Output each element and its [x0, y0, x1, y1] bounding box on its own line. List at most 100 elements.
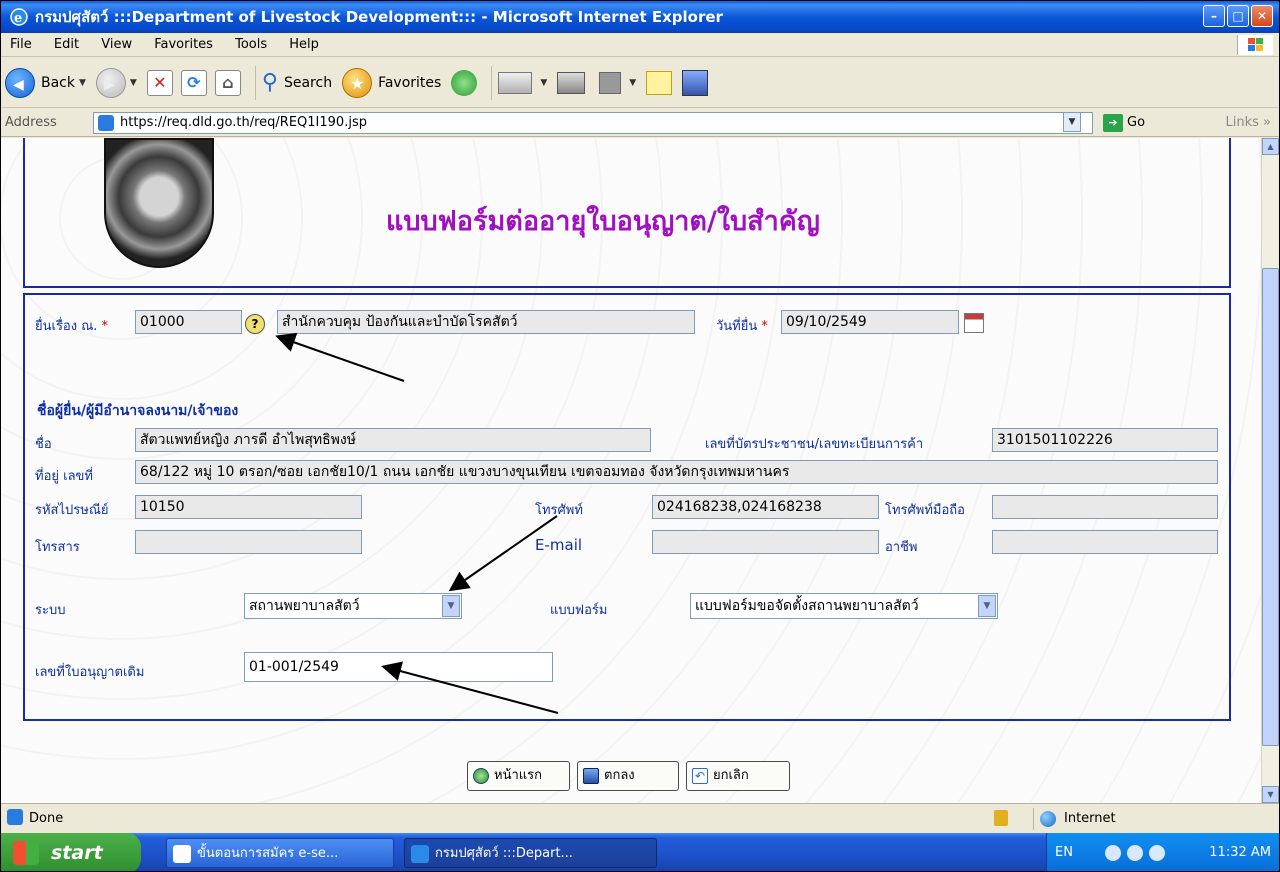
status-done: Done	[29, 811, 64, 826]
language-indicator[interactable]: EN	[1055, 833, 1073, 871]
chevron-down-icon[interactable]: ▼	[629, 78, 636, 88]
display-icon[interactable]	[1127, 845, 1143, 861]
form-type-label: แบบฟอร์ม	[550, 603, 608, 618]
scroll-down-icon[interactable]: ▼	[1262, 786, 1279, 803]
chevron-down-icon[interactable]: ▼	[540, 78, 547, 88]
forward-arrow-icon: ▶	[95, 67, 126, 98]
network-icon[interactable]	[1105, 845, 1121, 861]
mobile-label: โทรศัพท์มือถือ	[885, 503, 965, 518]
back-label: Back	[41, 74, 75, 91]
maximize-button[interactable]: □	[1227, 5, 1249, 27]
history-icon[interactable]	[451, 69, 478, 96]
menu-tools[interactable]: Tools	[235, 37, 267, 52]
menu-favorites[interactable]: Favorites	[154, 37, 213, 52]
save-icon	[583, 768, 599, 784]
phone-label: โทรศัพท์	[535, 503, 583, 518]
chevron-down-icon[interactable]: ▼	[442, 595, 460, 617]
menu-file[interactable]: File	[10, 37, 32, 52]
close-button[interactable]: ✕	[1251, 5, 1273, 27]
favorites-button[interactable]: ★ Favorites	[342, 67, 442, 98]
forward-button[interactable]: ▶ ▼	[95, 67, 137, 98]
start-button[interactable]: start	[1, 833, 141, 871]
window-title: กรมปศุสัตว์ :::Department of Livestock D…	[35, 8, 723, 26]
vertical-scrollbar[interactable]: ▲ ▼	[1261, 138, 1279, 803]
home-button-label: หน้าแรก	[494, 768, 542, 783]
clock[interactable]: 11:32 AM	[1209, 833, 1271, 871]
email-field[interactable]	[652, 530, 879, 554]
system-select-value: สถานพยาบาลสัตว์	[249, 598, 360, 614]
refresh-icon[interactable]: ⟳	[180, 69, 207, 96]
address-url: https://req.dld.go.th/req/REQ1I190.jsp	[120, 115, 367, 130]
system-label: ระบบ	[35, 603, 66, 618]
id-number-field[interactable]: 3101501102226	[992, 428, 1218, 452]
stop-icon[interactable]: ✕	[146, 69, 173, 96]
taskbar: start ขั้นตอนการสมัคร e-se... กรมปศุสัตว…	[1, 833, 1279, 871]
address-input[interactable]: https://req.dld.go.th/req/REQ1I190.jsp	[93, 112, 1093, 134]
word-doc-icon	[173, 845, 191, 863]
favorites-label: Favorites	[378, 74, 442, 91]
go-button[interactable]: ➔ Go	[1103, 112, 1145, 134]
home-icon[interactable]: ⌂	[214, 69, 241, 96]
office-name-field[interactable]: สำนักควบคุม ป้องกันและบำบัดโรคสัตว์	[277, 310, 695, 334]
task1-label: ขั้นตอนการสมัคร e-se...	[197, 846, 339, 861]
occupation-field[interactable]	[992, 530, 1218, 554]
mobile-field[interactable]	[992, 495, 1218, 519]
home-arrow-icon	[473, 768, 489, 784]
old-license-field[interactable]: 01-001/2549	[244, 652, 553, 682]
research-icon[interactable]	[682, 69, 709, 96]
office-code-field[interactable]: 01000	[135, 310, 242, 334]
status-text: Done	[7, 804, 63, 834]
chevron-down-icon[interactable]: ▼	[79, 78, 86, 88]
submit-at-label: ยื่นเรื่อง ณ.	[35, 315, 108, 336]
menu-help[interactable]: Help	[289, 37, 319, 52]
old-license-label: เลขที่ใบอนุญาตเดิม	[35, 665, 145, 680]
mail-icon[interactable]	[498, 71, 533, 94]
taskbar-item-word[interactable]: ขั้นตอนการสมัคร e-se...	[166, 838, 394, 868]
go-arrow-icon: ➔	[1103, 114, 1123, 132]
undo-icon: ↶	[692, 768, 708, 784]
scroll-up-icon[interactable]: ▲	[1262, 138, 1279, 155]
discuss-icon[interactable]	[646, 70, 673, 95]
search-label: Search	[283, 74, 333, 91]
help-lookup-icon[interactable]: ?	[245, 314, 265, 334]
zone-label: Internet	[1064, 811, 1116, 826]
svg-text:e: e	[14, 11, 22, 26]
cancel-button[interactable]: ↶ ยกเลิก	[686, 761, 790, 791]
name-field[interactable]: สัตวแพทย์หญิง ภารดี อำไพสุทธิพงษ์	[135, 428, 651, 452]
address-dropdown-icon[interactable]: ▼	[1063, 112, 1081, 132]
home-button[interactable]: หน้าแรก	[467, 761, 570, 791]
edit-icon[interactable]	[599, 71, 622, 94]
department-seal-logo	[104, 138, 214, 268]
links-button[interactable]: Links »	[1226, 109, 1272, 137]
address-label: Address	[5, 115, 57, 130]
page-icon	[7, 809, 23, 825]
toolbar-separator	[491, 65, 493, 100]
ok-button[interactable]: ตกลง	[577, 761, 679, 791]
ie-window: e กรมปศุสัตว์ :::Department of Livestock…	[0, 0, 1280, 872]
volume-icon[interactable]	[1149, 845, 1165, 861]
system-select[interactable]: สถานพยาบาลสัตว์ ▼	[244, 593, 462, 619]
back-button[interactable]: ◀ Back ▼	[5, 67, 86, 98]
submit-date-field[interactable]: 09/10/2549	[781, 310, 959, 334]
search-button[interactable]: ⚲ Search	[262, 70, 332, 95]
occupation-label: อาชีพ	[885, 540, 918, 555]
fax-field[interactable]	[135, 530, 362, 554]
menu-edit[interactable]: Edit	[54, 37, 79, 52]
print-icon[interactable]	[557, 71, 586, 94]
phone-field[interactable]: 024168238,024168238	[652, 495, 879, 519]
submit-date-label: วันที่ยื่น	[716, 315, 768, 336]
toolbar-separator	[254, 65, 256, 100]
form-type-select[interactable]: แบบฟอร์มขอจัดตั้งสถานพยาบาลสัตว์ ▼	[690, 593, 998, 619]
taskbar-item-ie[interactable]: กรมปศุสัตว์ :::Depart...	[404, 838, 657, 868]
security-zone: Internet	[1033, 808, 1228, 830]
menu-view[interactable]: View	[101, 37, 132, 52]
address-no-field[interactable]: 68/122 หมู่ 10 ตรอก/ซอย เอกชัย10/1 ถนน เ…	[135, 460, 1218, 484]
lock-icon[interactable]	[994, 810, 1008, 826]
windows-flag-icon	[1237, 35, 1273, 55]
minimize-button[interactable]: –	[1203, 5, 1225, 27]
chevron-down-icon[interactable]: ▼	[130, 78, 137, 88]
calendar-icon[interactable]	[964, 313, 984, 333]
chevron-down-icon[interactable]: ▼	[978, 595, 996, 617]
postcode-field[interactable]: 10150	[135, 495, 362, 519]
scroll-thumb[interactable]	[1262, 268, 1279, 746]
